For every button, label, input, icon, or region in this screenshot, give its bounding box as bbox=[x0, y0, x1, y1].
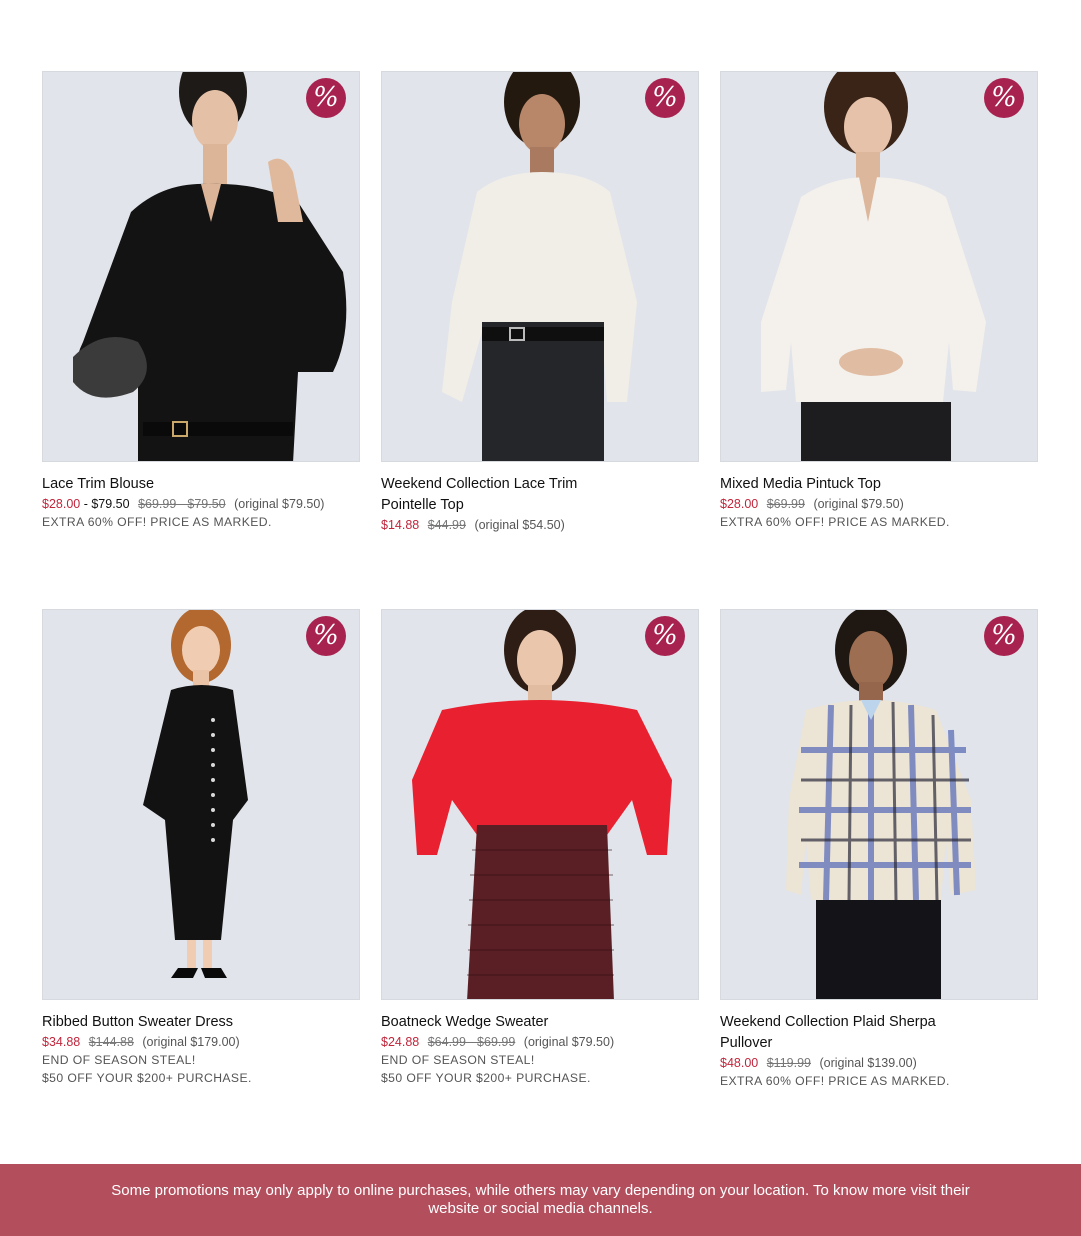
model-black-blouse-image bbox=[43, 72, 359, 461]
product-card-pointelle-top[interactable]: % Weekend Collection Lace Trim Pointelle… bbox=[381, 71, 699, 534]
product-card-boatneck-sweater[interactable]: % Boatneck Wedge Sweater $24.88 $64.99 -… bbox=[381, 609, 699, 1090]
model-white-top-image bbox=[382, 72, 698, 461]
promo-line: EXTRA 60% OFF! PRICE AS MARKED. bbox=[720, 515, 950, 529]
was-price: $44.99 bbox=[427, 518, 466, 532]
regular-price: $79.50 bbox=[91, 497, 130, 511]
sale-price: $28.00 bbox=[720, 497, 759, 511]
model-plaid-pullover-image bbox=[721, 610, 1037, 999]
product-card-pintuck-top[interactable]: % Mixed Media Pintuck Top $28.00 $69.99 … bbox=[720, 71, 1038, 534]
product-card-sweater-dress[interactable]: % Ribbed Button Sweater Dress $34.88 $14… bbox=[42, 609, 360, 1090]
was-price: $144.88 bbox=[88, 1035, 134, 1049]
product-info: Ribbed Button Sweater Dress $34.88 $144.… bbox=[42, 1000, 360, 1087]
original-price: (original $139.00) bbox=[819, 1056, 917, 1070]
product-prices: $48.00 $119.99 (original $139.00) bbox=[720, 1055, 1038, 1072]
product-prices: $28.00 $69.99 (original $79.50) bbox=[720, 496, 1038, 513]
was-price: $69.99 bbox=[766, 497, 805, 511]
product-name[interactable]: Ribbed Button Sweater Dress bbox=[42, 1012, 272, 1033]
percent-badge-icon: % bbox=[306, 616, 346, 656]
product-image[interactable]: % bbox=[381, 609, 699, 1000]
percent-badge-icon: % bbox=[984, 78, 1024, 118]
product-prices: $24.88 $64.99 - $69.99 (original $79.50) bbox=[381, 1034, 699, 1051]
product-name[interactable]: Weekend Collection Plaid Sherpa Pullover bbox=[720, 1012, 950, 1054]
sale-price: $14.88 bbox=[381, 518, 420, 532]
percent-badge-icon: % bbox=[645, 78, 685, 118]
product-card-lace-trim-blouse[interactable]: % Lace Trim Blouse $28.00 - $79.50 $69.9… bbox=[42, 71, 360, 534]
product-grid: % Lace Trim Blouse $28.00 - $79.50 $69.9… bbox=[42, 71, 1039, 1090]
original-price: (original $79.50) bbox=[813, 497, 904, 511]
promo-line: EXTRA 60% OFF! PRICE AS MARKED. bbox=[720, 1074, 950, 1088]
product-image[interactable]: % bbox=[720, 609, 1038, 1000]
original-price: (original $79.50) bbox=[523, 1035, 615, 1049]
promo-line: $50 OFF YOUR $200+ PURCHASE. bbox=[42, 1071, 252, 1085]
product-info: Mixed Media Pintuck Top $28.00 $69.99 (o… bbox=[720, 462, 1038, 531]
promo-line: END OF SEASON STEAL! bbox=[381, 1053, 535, 1067]
original-price: (original $79.50) bbox=[234, 497, 325, 511]
was-price: $64.99 - $69.99 bbox=[427, 1035, 516, 1049]
product-info: Lace Trim Blouse $28.00 - $79.50 $69.99 … bbox=[42, 462, 360, 531]
price-range-dash: - bbox=[80, 497, 92, 511]
sale-price: $24.88 bbox=[381, 1035, 420, 1049]
product-row: % Lace Trim Blouse $28.00 - $79.50 $69.9… bbox=[42, 71, 1039, 534]
promotions-disclaimer-banner: Some promotions may only apply to online… bbox=[0, 1164, 1081, 1236]
model-red-sweater-image bbox=[382, 610, 698, 999]
model-black-dress-image bbox=[43, 610, 359, 999]
product-prices: $34.88 $144.88 (original $179.00) bbox=[42, 1034, 360, 1051]
product-prices: $28.00 - $79.50 $69.99 - $79.50 (origina… bbox=[42, 496, 360, 513]
sale-price: $48.00 bbox=[720, 1056, 759, 1070]
product-info: Weekend Collection Lace Trim Pointelle T… bbox=[381, 462, 699, 534]
percent-badge-icon: % bbox=[306, 78, 346, 118]
promo-line: EXTRA 60% OFF! PRICE AS MARKED. bbox=[42, 515, 272, 529]
disclaimer-text: Some promotions may only apply to online… bbox=[111, 1182, 970, 1217]
was-price: $69.99 - $79.50 bbox=[138, 497, 226, 511]
sale-price: $28.00 bbox=[42, 497, 81, 511]
percent-badge-icon: % bbox=[645, 616, 685, 656]
product-name[interactable]: Lace Trim Blouse bbox=[42, 474, 272, 495]
product-name[interactable]: Mixed Media Pintuck Top bbox=[720, 474, 950, 495]
product-image[interactable]: % bbox=[720, 71, 1038, 462]
original-price: (original $54.50) bbox=[474, 518, 565, 532]
product-info: Weekend Collection Plaid Sherpa Pullover… bbox=[720, 1000, 1038, 1090]
percent-badge-icon: % bbox=[984, 616, 1024, 656]
product-name[interactable]: Boatneck Wedge Sweater bbox=[381, 1012, 611, 1033]
product-row: % Ribbed Button Sweater Dress $34.88 $14… bbox=[42, 609, 1039, 1090]
model-pintuck-top-image bbox=[721, 72, 1037, 461]
product-card-sherpa-pullover[interactable]: % Weekend Collection Plaid Sherpa Pullov… bbox=[720, 609, 1038, 1090]
promo-line: END OF SEASON STEAL! bbox=[42, 1053, 196, 1067]
promo-line: $50 OFF YOUR $200+ PURCHASE. bbox=[381, 1071, 591, 1085]
original-price: (original $179.00) bbox=[142, 1035, 240, 1049]
product-image[interactable]: % bbox=[42, 71, 360, 462]
was-price: $119.99 bbox=[766, 1056, 811, 1070]
sale-price: $34.88 bbox=[42, 1035, 81, 1049]
product-image[interactable]: % bbox=[381, 71, 699, 462]
product-info: Boatneck Wedge Sweater $24.88 $64.99 - $… bbox=[381, 1000, 699, 1087]
product-image[interactable]: % bbox=[42, 609, 360, 1000]
product-name[interactable]: Weekend Collection Lace Trim Pointelle T… bbox=[381, 474, 611, 516]
product-prices: $14.88 $44.99 (original $54.50) bbox=[381, 517, 699, 534]
